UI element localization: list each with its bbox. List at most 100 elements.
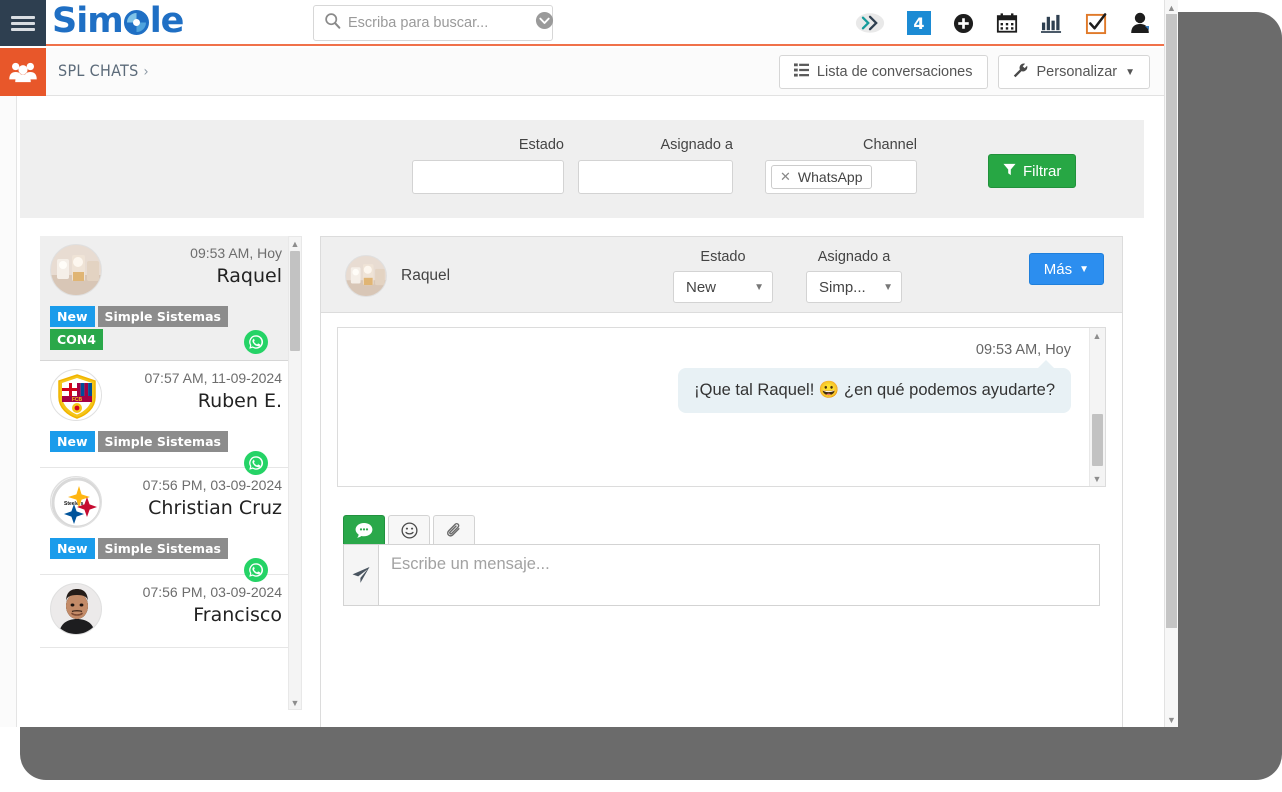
chevron-down-icon: ▼ <box>1125 66 1135 78</box>
send-paper-plane-icon[interactable] <box>343 544 379 606</box>
message-composer <box>343 515 1100 606</box>
chevron-down-icon: ▼ <box>754 281 764 293</box>
logo-text-after: le <box>149 1 185 41</box>
chat-bubble-icon[interactable] <box>343 515 385 545</box>
xing-icon[interactable] <box>855 12 885 34</box>
status-badge: New <box>50 306 95 327</box>
list-item[interactable]: 07:56 PM, 03-09-2024 Francisco <box>40 575 292 648</box>
avatar: FCB <box>50 369 102 421</box>
list-item-name: Raquel <box>216 264 283 287</box>
channel-tag-label: WhatsApp <box>797 169 863 185</box>
filter-channel-label: Channel <box>862 137 917 153</box>
chevron-down-icon: ▼ <box>883 281 893 293</box>
list-item-time: 07:56 PM, 03-09-2024 <box>142 584 282 600</box>
chevron-down-circle-icon[interactable] <box>535 11 554 35</box>
breadcrumb-actions: Lista de conversaciones Personalizar ▼ <box>778 55 1150 89</box>
breadcrumb-chevron-icon: › <box>143 64 149 80</box>
list-item-name: Francisco <box>193 603 282 626</box>
list-item-meta: 09:53 AM, Hoy Raquel <box>112 244 282 287</box>
list-item[interactable]: 09:53 AM, Hoy Raquel New Simple Sistemas … <box>40 236 292 361</box>
list-item-name: Christian Cruz <box>148 496 282 519</box>
list-item-tags: New Simple Sistemas CON4 <box>50 306 282 354</box>
avatar <box>345 255 387 297</box>
scrollbar-thumb[interactable] <box>1092 414 1103 466</box>
app-logo: Sim le <box>52 1 185 41</box>
filter-estado-group: Estado <box>412 137 564 194</box>
left-rail <box>0 96 17 727</box>
search-input[interactable] <box>348 15 535 31</box>
search-icon <box>324 12 341 34</box>
filter-asignado-input[interactable] <box>578 160 733 194</box>
breadcrumb: SPL CHATS › <box>58 61 149 80</box>
scroll-up-icon[interactable]: ▲ <box>289 237 301 250</box>
scroll-down-icon[interactable]: ▼ <box>289 696 301 709</box>
filter-button-label: Filtrar <box>1023 162 1062 180</box>
whatsapp-icon <box>244 330 268 354</box>
org-badge: Simple Sistemas <box>97 538 228 559</box>
list-item-meta: 07:57 AM, 11-09-2024 Ruben E. <box>112 369 282 412</box>
app-viewport: Simle 4 <box>0 0 1178 727</box>
avatar: Steelers <box>50 476 102 528</box>
list-item-time: 07:57 AM, 11-09-2024 <box>144 370 282 386</box>
scroll-up-icon[interactable]: ▲ <box>1165 1 1178 14</box>
search-box[interactable] <box>313 5 554 41</box>
message-scrollbar[interactable]: ▲ ▼ <box>1089 328 1105 486</box>
message-timestamp: 09:53 AM, Hoy <box>975 342 1071 358</box>
paperclip-icon[interactable] <box>433 515 475 545</box>
message-input[interactable] <box>379 544 1100 606</box>
smiley-icon[interactable] <box>388 515 430 545</box>
wrench-icon <box>1013 62 1029 82</box>
channel-tag-whatsapp[interactable]: ✕ WhatsApp <box>771 165 872 189</box>
users-group-icon[interactable] <box>0 48 46 96</box>
chat-asignado-select[interactable]: Simp... ▼ <box>806 271 902 303</box>
list-item-time: 09:53 AM, Hoy <box>190 245 282 261</box>
list-item-meta: 07:56 PM, 03-09-2024 Christian Cruz <box>112 476 282 519</box>
composer-row <box>343 544 1100 606</box>
filter-asignado-group: Asignado a <box>578 137 733 194</box>
customize-button[interactable]: Personalizar ▼ <box>997 55 1150 89</box>
chat-asignado-value: Simp... <box>819 278 866 296</box>
status-badge: New <box>50 538 95 559</box>
filter-button[interactable]: Filtrar <box>988 154 1077 188</box>
message-area: 09:53 AM, Hoy ¡Que tal Raquel! 😀 ¿en qué… <box>337 327 1106 487</box>
list-item[interactable]: FCB 07:57 AM, 11-09-2024 Ruben E. New Sim… <box>40 361 292 475</box>
tasks-checkbox-icon[interactable] <box>1085 12 1108 35</box>
scroll-down-icon[interactable]: ▼ <box>1165 713 1178 726</box>
add-circle-icon[interactable] <box>953 13 974 34</box>
conversation-list-button[interactable]: Lista de conversaciones <box>778 55 988 89</box>
chat-estado-value: New <box>686 278 717 296</box>
org-badge: Simple Sistemas <box>97 306 228 327</box>
chart-icon[interactable] <box>1040 13 1063 34</box>
scroll-up-icon[interactable]: ▲ <box>1090 329 1104 342</box>
list-icon <box>793 63 809 81</box>
scrollbar-thumb[interactable] <box>290 251 300 351</box>
message-list: 09:53 AM, Hoy ¡Que tal Raquel! 😀 ¿en qué… <box>338 328 1105 414</box>
page-scrollbar[interactable]: ▲ ▼ <box>1164 0 1178 727</box>
more-button[interactable]: Más ▼ <box>1028 253 1104 285</box>
chat-estado-select[interactable]: New ▼ <box>673 271 773 303</box>
filter-channel-input[interactable]: ✕ WhatsApp <box>765 160 917 194</box>
org-badge: Simple Sistemas <box>97 431 228 452</box>
list-item-tags: New Simple Sistemas <box>50 431 282 475</box>
breadcrumb-bar: SPL CHATS › Lista de conversaciones Pers… <box>0 48 1164 96</box>
scrollbar-thumb[interactable] <box>1166 14 1177 628</box>
avatar <box>50 583 102 635</box>
list-item-time: 07:56 PM, 03-09-2024 <box>142 477 282 493</box>
logo-circle-icon <box>123 10 149 35</box>
chat-contact-name: Raquel <box>401 267 451 284</box>
filter-icon <box>1003 163 1016 180</box>
scroll-down-icon[interactable]: ▼ <box>1090 472 1104 485</box>
filter-estado-input[interactable] <box>412 160 564 194</box>
chevron-down-icon: ▼ <box>1079 263 1089 275</box>
conversation-list-scrollbar[interactable]: ▲ ▼ <box>288 236 302 710</box>
notification-count-badge[interactable]: 4 <box>907 11 931 35</box>
list-item-tags: New Simple Sistemas <box>50 538 282 582</box>
list-item[interactable]: Steelers 07:56 PM, 03-09-2024 Christian … <box>40 468 292 582</box>
calendar-icon[interactable] <box>996 12 1018 34</box>
remove-tag-icon[interactable]: ✕ <box>780 169 791 185</box>
svg-text:FCB: FCB <box>72 397 83 403</box>
user-account-icon[interactable] <box>1130 12 1150 34</box>
status-badge: New <box>50 431 95 452</box>
menu-icon[interactable] <box>0 0 46 46</box>
filter-estado-label: Estado <box>518 137 564 153</box>
